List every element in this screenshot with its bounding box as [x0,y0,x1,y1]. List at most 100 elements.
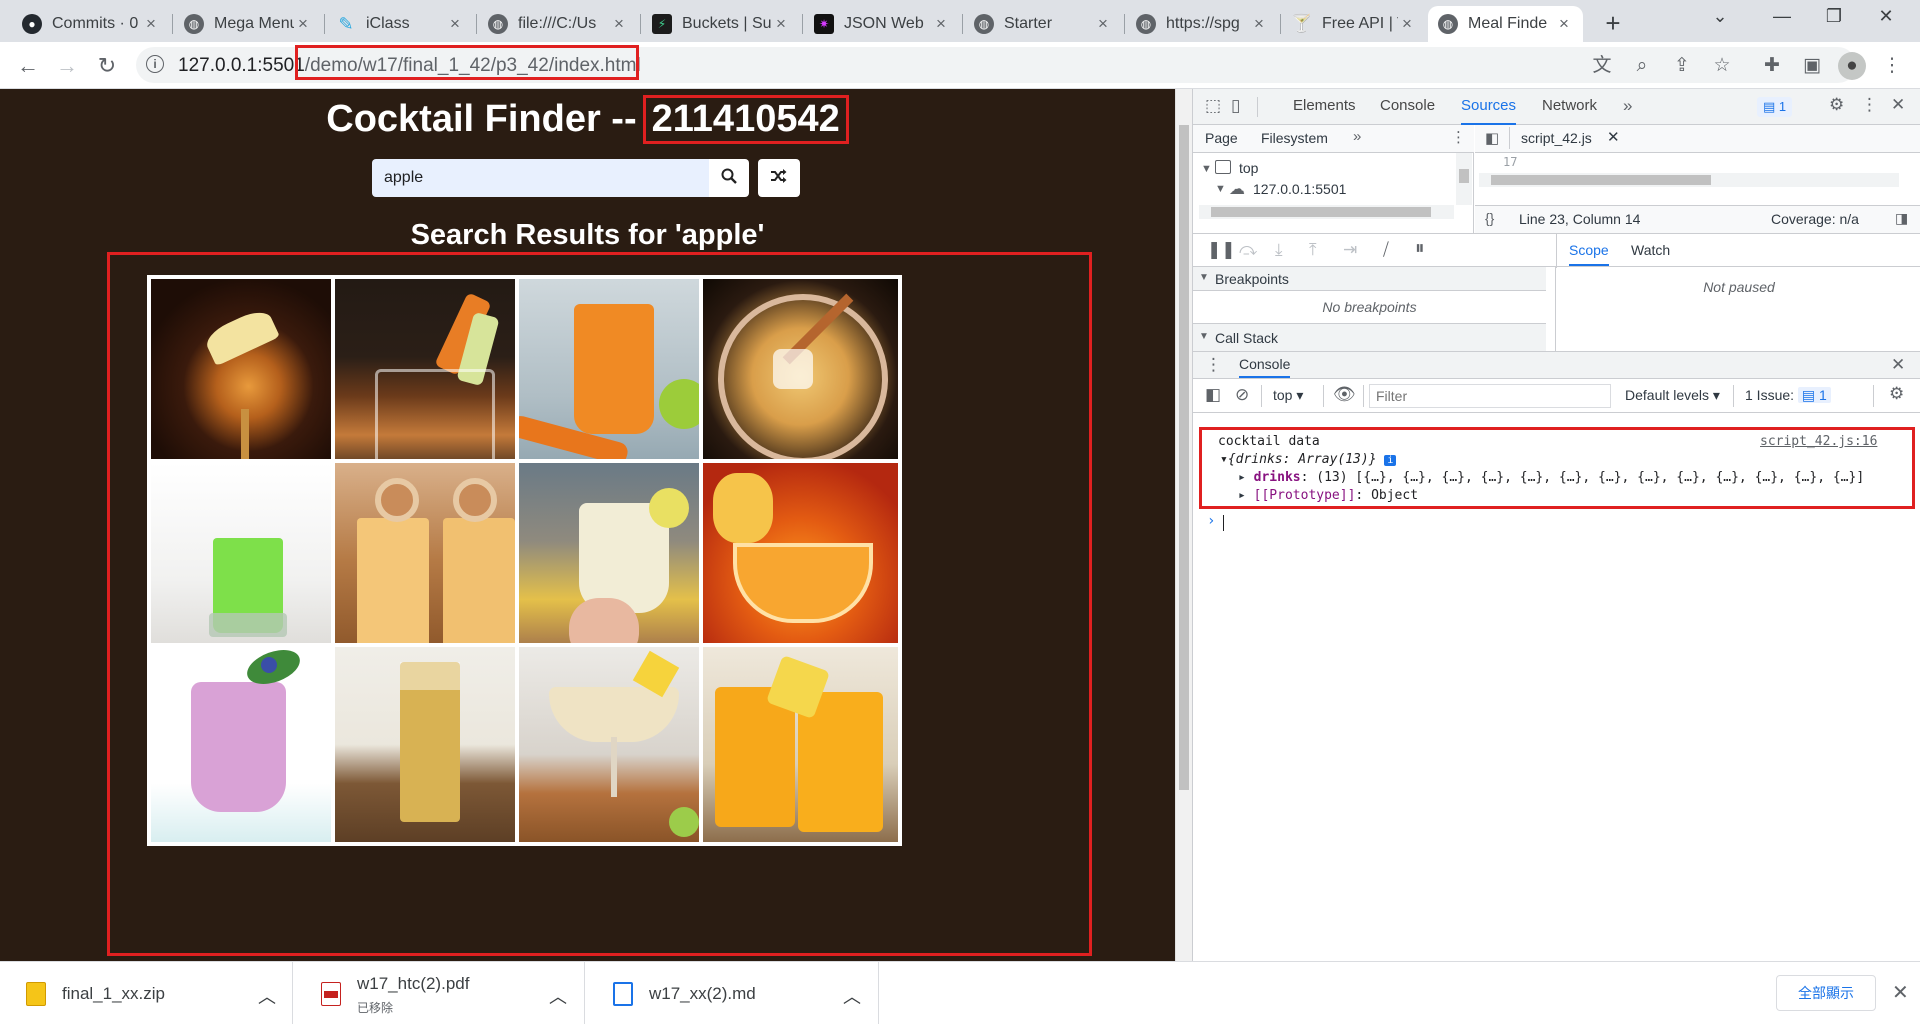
close-icon[interactable]: × [1555,14,1573,34]
more-tabs-icon[interactable]: » [1623,96,1632,116]
drink-card[interactable] [699,275,902,478]
search-input[interactable] [372,159,709,197]
step-over-icon[interactable]: ⤼ [1239,240,1257,260]
context-selector[interactable]: top ▾ [1273,387,1303,404]
close-icon[interactable]: × [1094,14,1112,34]
close-icon[interactable]: × [1398,14,1416,34]
breakpoints-header[interactable]: ▼ Breakpoints [1193,267,1546,291]
chevron-up-icon[interactable]: ︿ [549,983,567,1009]
new-tab-button[interactable]: + [1596,8,1630,39]
coverage-status[interactable]: Coverage: n/a [1771,211,1859,227]
close-icon[interactable]: × [610,14,628,34]
profile-avatar[interactable]: ● [1838,52,1866,80]
chevron-up-icon[interactable]: ︿ [258,983,276,1009]
tab-scope[interactable]: Scope [1569,242,1609,266]
code-editor[interactable]: 17 [1475,153,1920,205]
tab-network[interactable]: Network [1542,89,1597,123]
tab-sources[interactable]: Sources [1461,89,1517,125]
browser-tab[interactable]: ◍ Mega Menu × [174,6,322,42]
drink-card[interactable] [147,275,350,478]
download-item[interactable]: final_1_xx.zip ︿ [0,962,293,1024]
tree-item-host[interactable]: 127.0.0.1:5501 [1253,181,1346,197]
side-panel-icon[interactable]: ▣ [1798,52,1826,80]
zoom-icon[interactable]: ⌕ [1628,52,1656,80]
show-all-downloads-button[interactable]: 全部顯示 [1776,975,1876,1011]
scrollbar-thumb[interactable] [1179,125,1189,790]
close-icon[interactable]: × [772,14,790,34]
browser-tab[interactable]: ⚡ Buckets | Su × [642,6,800,42]
settings-gear-icon[interactable]: ⚙ [1829,95,1844,115]
expand-arrow-icon[interactable]: ▼ [1201,163,1212,175]
tree-scrollbar[interactable] [1199,205,1454,219]
console-issues-button[interactable]: 1 Issue: ▤ 1 [1745,387,1831,404]
drink-card[interactable] [699,459,902,662]
close-icon[interactable]: × [294,14,312,34]
bookmark-star-icon[interactable]: ☆ [1708,52,1736,80]
expand-arrow-icon[interactable]: ▼ [1215,183,1226,195]
info-badge-icon[interactable]: i [1384,455,1397,466]
browser-tab[interactable]: ◍ Starter × [964,6,1122,42]
download-item[interactable]: w17_xx(2).md ︿ [587,962,879,1024]
tab-console[interactable]: Console [1380,89,1435,123]
tab-filesystem[interactable]: Filesystem [1261,130,1328,146]
download-item[interactable]: w17_htc(2).pdf 已移除 ︿ [295,962,585,1024]
reload-icon[interactable]: ↻ [92,51,122,81]
pause-icon[interactable]: ❚❚ [1207,240,1236,260]
tab-elements[interactable]: Elements [1293,89,1356,123]
browser-tab-active[interactable]: ◍ Meal Finde × [1428,6,1583,42]
forward-icon[interactable]: → [52,51,82,81]
tab-watch[interactable]: Watch [1631,242,1670,258]
browser-tab[interactable]: 🍸 Free API | T × [1282,6,1426,42]
page-scrollbar[interactable] [1175,89,1192,961]
tree-vscrollbar[interactable] [1456,153,1472,205]
step-icon[interactable]: ⇥ [1343,240,1357,260]
console-settings-icon[interactable]: ⚙ [1889,384,1904,404]
drink-card[interactable] [147,643,350,846]
browser-tab[interactable]: ● Commits · 0 × [12,6,170,42]
close-icon[interactable]: × [142,14,160,34]
inspect-element-icon[interactable]: ⬚ [1205,96,1221,116]
console-input-caret[interactable] [1223,515,1224,531]
close-icon[interactable]: × [446,14,464,34]
step-out-icon[interactable]: ⤒ [1309,240,1317,260]
translate-icon[interactable]: 文 [1588,52,1616,80]
extensions-icon[interactable]: ✚ [1758,52,1786,80]
search-button[interactable] [709,159,749,197]
browser-tab[interactable]: ◍ https://spg × [1126,6,1278,42]
site-info-icon[interactable]: i [146,55,164,73]
drink-card[interactable] [515,275,718,478]
file-tab-script[interactable]: script_42.js [1521,130,1592,146]
chevron-up-icon[interactable]: ︿ [843,983,861,1009]
browser-tab[interactable]: ◍ file:///C:/Us × [478,6,638,42]
minimize-icon[interactable]: — [1762,6,1802,27]
more-tabs-icon[interactable]: » [1353,128,1361,145]
sidebar-toggle-icon[interactable]: ◧ [1205,385,1221,405]
drink-card[interactable] [331,643,534,846]
tab-page[interactable]: Page [1205,130,1238,146]
close-icon[interactable]: × [932,14,950,34]
browser-tab[interactable]: ✷ JSON Web × [804,6,960,42]
pretty-print-icon[interactable]: {} [1485,210,1494,226]
console-drinks-row[interactable]: ▸ drinks: (13) [{…}, {…}, {…}, {…}, {…},… [1238,470,1864,485]
toggle-navigator-icon[interactable]: ◧ [1485,129,1499,147]
drink-card[interactable] [331,459,534,662]
step-into-icon[interactable]: ⤓ [1275,240,1283,260]
live-expression-eye-icon[interactable]: 👁 [1333,384,1356,405]
navigator-menu-icon[interactable]: ⋮ [1451,128,1466,146]
console-prototype-row[interactable]: ▸ [[Prototype]]: Object [1238,488,1418,503]
deactivate-breakpoints-icon[interactable]: ⧸ [1383,240,1389,260]
close-icon[interactable]: ✕ [1607,128,1620,146]
tab-console-drawer[interactable]: Console [1239,356,1291,378]
drink-card[interactable] [699,643,902,846]
editor-hscrollbar[interactable] [1479,173,1899,187]
random-button[interactable] [758,159,800,197]
drawer-close-icon[interactable]: ✕ [1891,355,1905,375]
console-log-source-link[interactable]: script_42.js:16 [1760,434,1877,449]
console-object-row[interactable]: ▾{drinks: Array(13)} i [1220,452,1397,467]
window-close-icon[interactable]: ✕ [1866,6,1906,27]
drink-card[interactable] [147,459,350,662]
issues-badge[interactable]: ▤ 1 [1757,97,1793,117]
browser-tab[interactable]: ✎ iClass × [326,6,474,42]
close-icon[interactable]: × [1250,14,1268,34]
devtools-close-icon[interactable]: ✕ [1891,95,1905,115]
